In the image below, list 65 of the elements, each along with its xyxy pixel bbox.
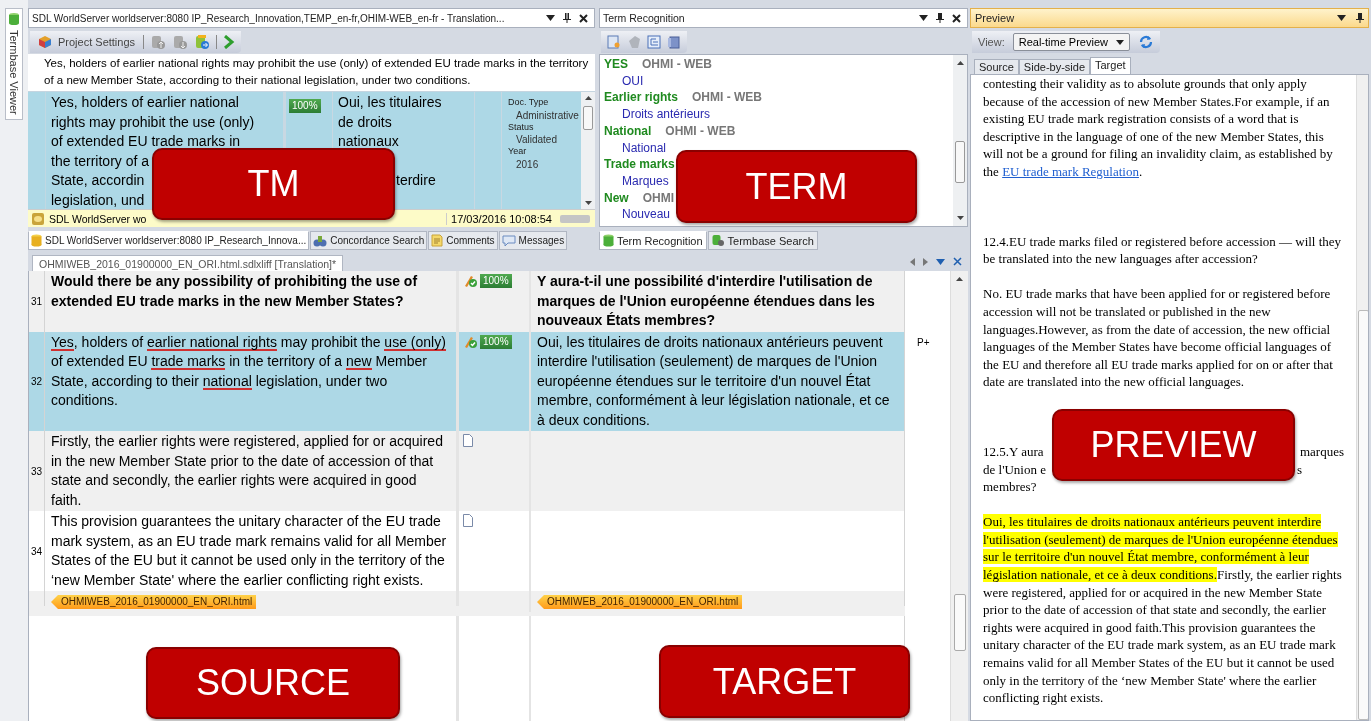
callout-label: SOURCE bbox=[146, 647, 400, 719]
segment-number: 31 bbox=[29, 271, 45, 332]
match-target-fragment: terdire bbox=[396, 171, 436, 190]
preview-text-fragment: 12.5.Y aura bbox=[983, 442, 1044, 461]
panel-title: SDL WorldServer worldserver:8080 IP_Research_Innovation,TEMP_en-fr,OHIM-WEB_en-fr - Translation... bbox=[32, 12, 506, 24]
term-translation[interactable]: Droits antérieurs bbox=[622, 106, 711, 123]
file-tag: OHMIWEB_2016_01900000_EN_ORI.html bbox=[537, 595, 743, 609]
view-tab[interactable]: Side-by-side bbox=[1018, 59, 1090, 74]
panel-title: Preview bbox=[975, 12, 1016, 24]
field-value: Administrative bbox=[515, 108, 580, 122]
project-settings-button[interactable]: Project Settings bbox=[36, 35, 138, 49]
match-origin: SDL WorldServer wo bbox=[49, 212, 148, 225]
paragraph-marker: P+ bbox=[917, 336, 930, 348]
view-tab[interactable]: Source bbox=[974, 59, 1019, 74]
file-tag: OHMIWEB_2016_01900000_EN_ORI.html bbox=[51, 595, 257, 609]
panel-tab[interactable]: Termbase Search bbox=[707, 231, 818, 250]
field-label: Status bbox=[508, 121, 535, 133]
match-score-badge: 100% bbox=[289, 99, 321, 113]
preview-paragraph: contesting their validity as to absolute grounds that only apply because of the accession of new Member States.For example, if an existing EU trade mark registration consists of a word that is descriptive in the language of one of the new Member States, this will not be a ground for filing an invalidity claim, as established by the EU trade mark Regulation. bbox=[983, 75, 1334, 181]
panel-tab[interactable]: Term Recognition bbox=[599, 231, 707, 250]
term-translation[interactable]: Marques bbox=[622, 172, 669, 190]
view-dropdown[interactable]: Real-time Preview bbox=[1012, 33, 1130, 51]
term-source[interactable]: YES bbox=[604, 56, 628, 73]
view-tab[interactable]: Target bbox=[1090, 57, 1131, 74]
match-target-text: Oui, les titulaires de droits nationaux bbox=[338, 93, 443, 151]
field-value: Validated bbox=[515, 133, 558, 146]
panel-tab[interactable]: Concordance Search bbox=[310, 231, 428, 250]
term-translation[interactable]: National bbox=[622, 139, 667, 157]
term-source[interactable]: New bbox=[604, 189, 629, 207]
preview-paragraph: 12.4.EU trade marks filed or registered before accession — will they be translated into the new languages after accession? bbox=[983, 232, 1343, 268]
callout-label: TM bbox=[152, 148, 395, 220]
preview-text-fragment: marques bbox=[1299, 442, 1344, 461]
termbase-name: OHMI - WEB bbox=[642, 56, 712, 73]
match-score-badge: 100% bbox=[480, 274, 512, 288]
target-segment[interactable]: Y aura-t-il une possibilité d'interdire l'utilisation de marques de l'Union européenne étendues dans les nouveaux États membres? bbox=[531, 271, 905, 332]
callout-label: TERM bbox=[676, 150, 917, 223]
panel-title: Term Recognition bbox=[603, 12, 686, 24]
preview-text-fragment: de l'Union e bbox=[983, 460, 1046, 479]
preview-text-fragment: s bbox=[1296, 460, 1302, 479]
preview-paragraph: No. EU trade marks that have been applied for or registered before accession will not be translated or published in the new languages.However, as from the date of accession, the new official languages of the Member States have become official languages of the EU and therefore all EU trade marks applied for on or after that date are translated into the new official languages. bbox=[983, 285, 1334, 391]
preview-link[interactable]: EU trade mark Regulation bbox=[1002, 163, 1139, 179]
preview-paragraph: Oui, les titulaires de droits nationaux antérieurs peuvent interdire l'utilisation (seulement) de marques de l'Union européenne étendues sur le territoire d'un nouvel État membre, conformément à leur législation nationale, et ce à deux conditions.Firstly, the earlier rights were registered, applied for or acquired in the new Member State prior to the date of accession of that state and secondly, the earlier rights were acquired in good faith.This provision guarantees the unitary character of the EU trade mark system, as an EU trade mark remains valid for all Member States of the EU but it cannot be used only in the territory of the ‘new Member State' where the earlier conflicting right exists. bbox=[983, 513, 1343, 707]
callout-label: PREVIEW bbox=[1052, 409, 1295, 481]
field-label: Year bbox=[508, 146, 528, 158]
panel-tab[interactable]: SDL WorldServer worldserver:8080 IP_Research_Innova... bbox=[28, 231, 310, 250]
panel-tab[interactable]: Comments bbox=[428, 231, 498, 250]
view-label: View: bbox=[978, 36, 1005, 48]
document-tab[interactable]: OHMIWEB_2016_01900000_EN_ORI.html.sdlxliff [Translation]* bbox=[32, 255, 344, 271]
term-source[interactable]: National bbox=[604, 122, 652, 140]
termbase-name: OHMI - WEB bbox=[692, 89, 763, 107]
term-translation[interactable]: Nouveau bbox=[622, 206, 671, 224]
term-translation[interactable]: OUI bbox=[622, 72, 644, 90]
preview-text-fragment: membres? bbox=[983, 478, 1037, 496]
termbase-name: OHMI - WEB bbox=[665, 122, 736, 140]
active-segment-text: Yes, holders of earlier national rights may prohibit the use (only) of extended EU trade marks in the territory of a new Member State, according to their national legislation, under two conditions. bbox=[28, 54, 595, 91]
field-value: 2016 bbox=[515, 157, 540, 171]
term-source[interactable]: Earlier rights bbox=[604, 89, 679, 107]
field-label: Doc. Type bbox=[508, 97, 550, 109]
match-score-badge: 100% bbox=[480, 334, 512, 349]
panel-tab[interactable]: Messages bbox=[498, 231, 568, 250]
term-source[interactable]: Trade marks bbox=[604, 156, 675, 173]
callout-label: TARGET bbox=[659, 645, 910, 718]
termbase-name: OHMI bbox=[642, 189, 675, 207]
termbase-viewer-tab[interactable]: Termbase Viewer bbox=[5, 8, 23, 120]
match-date: 17/03/2016 10:08:54 bbox=[446, 212, 556, 225]
